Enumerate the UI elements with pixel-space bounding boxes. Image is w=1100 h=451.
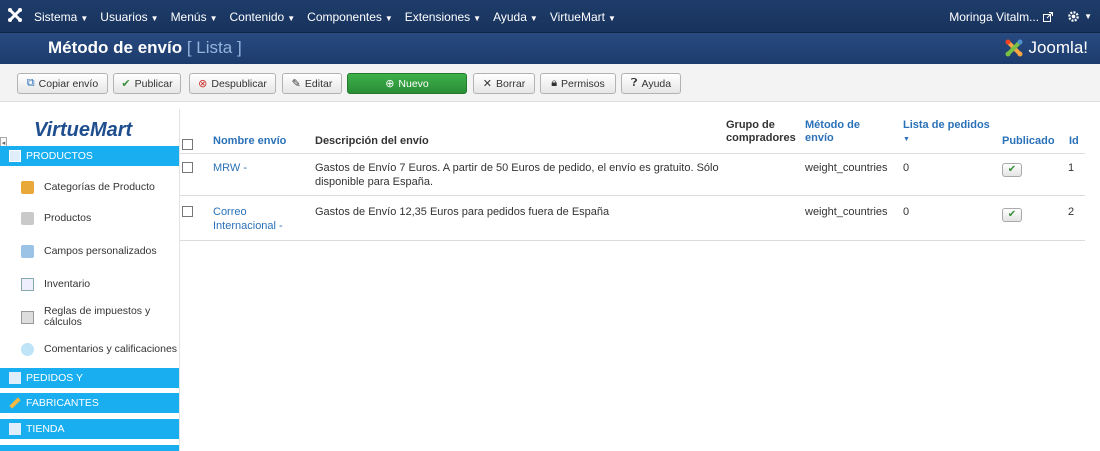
- copy-icon: ⧉: [26, 77, 35, 89]
- custom-fields-icon: [21, 244, 34, 258]
- plus-circle-icon: ⊕: [385, 78, 395, 90]
- store-icon: [9, 423, 21, 435]
- toolbar: ⧉ Copiar envío ✔ Publicar ⊗ Despublicar ✎ Ed…: [0, 64, 1100, 102]
- caret-down-icon: ▼: [473, 13, 482, 23]
- sidebar-section-fabricantes[interactable]: FABRICANTES: [0, 393, 179, 413]
- top-menu-bar: Sistema ▼ Usuarios ▼ Menús ▼ Contenido ▼ Com…: [0, 0, 1100, 33]
- sidebar-section-tienda[interactable]: TIENDA: [0, 419, 179, 439]
- site-link[interactable]: Moringa Vitalm...: [949, 9, 1054, 24]
- publish-button[interactable]: ✔ Publicar: [113, 73, 181, 94]
- caret-down-icon: ▼: [384, 13, 393, 23]
- row-method: weight_countries: [805, 206, 888, 218]
- row-name-link[interactable]: Correo Internacional -: [213, 205, 288, 233]
- row-id: 1: [1068, 162, 1075, 174]
- menu-virtuemart[interactable]: VirtueMart ▼: [550, 10, 616, 24]
- column-header-published[interactable]: Publicado: [1002, 135, 1055, 148]
- column-header-group: Grupo de compradores: [726, 119, 796, 144]
- page-subtitle: [ Lista ]: [186, 38, 242, 57]
- check-icon: ✔: [1007, 164, 1017, 175]
- virtuemart-logo: VirtueMart: [34, 119, 133, 141]
- unpublish-button[interactable]: ⊗ Despublicar: [189, 73, 276, 94]
- check-icon: ✔: [121, 78, 131, 90]
- folder-icon: [21, 180, 34, 194]
- close-icon: ✕: [482, 78, 493, 90]
- copy-button[interactable]: ⧉ Copiar envío: [17, 73, 108, 94]
- sidebar-section-pedidos[interactable]: PEDIDOS Y: [0, 368, 179, 388]
- calculator-icon: [21, 310, 34, 324]
- row-checkbox[interactable]: [182, 206, 193, 217]
- page-title: Método de envío [ Lista ]: [48, 38, 242, 57]
- sidebar-item-categorias[interactable]: Categorías de Producto: [0, 175, 179, 199]
- question-icon: ❓︎: [630, 77, 638, 89]
- sort-caret-icon: ▼: [903, 136, 910, 143]
- permissions-button[interactable]: 🔒︎ Permisos: [540, 73, 616, 94]
- products-icon: [9, 150, 21, 162]
- check-icon: ✔: [1007, 209, 1017, 220]
- row-description: Gastos de Envío 12,35 Euros para pedidos…: [315, 206, 610, 218]
- menu-menus[interactable]: Menús ▼: [171, 10, 218, 24]
- delete-button[interactable]: ✕ Borrar: [473, 73, 535, 94]
- joomla-logo-icon: [1005, 39, 1023, 57]
- menu-componentes[interactable]: Componentes ▼: [307, 10, 393, 24]
- row-divider: [180, 195, 1085, 196]
- caret-down-icon: ▼: [150, 13, 159, 23]
- sidebar-section-productos[interactable]: PRODUCTOS: [0, 146, 179, 166]
- sidebar-item-comentarios[interactable]: Comentarios y calificaciones: [0, 336, 179, 362]
- sidebar-item-campos[interactable]: Campos personalizados: [0, 239, 179, 263]
- inventory-icon: [21, 277, 34, 291]
- row-order-list: 0: [903, 206, 910, 218]
- caret-down-icon: ▼: [209, 13, 218, 23]
- caret-down-icon: ▼: [287, 13, 296, 23]
- edit-icon: ✎: [291, 78, 301, 90]
- menu-sistema[interactable]: Sistema ▼: [34, 10, 88, 24]
- site-name: Moringa Vitalm...: [949, 9, 1040, 24]
- sidebar-item-productos[interactable]: Productos: [0, 206, 179, 230]
- column-header-description: Descripción del envío: [315, 135, 429, 147]
- row-id: 2: [1068, 206, 1075, 218]
- column-header-name[interactable]: Nombre envío: [213, 135, 286, 148]
- column-header-order-list[interactable]: Lista de pedidos ▼: [903, 119, 998, 146]
- caret-down-icon: ▼: [607, 13, 616, 23]
- menu-usuarios[interactable]: Usuarios ▼: [100, 10, 158, 24]
- row-order-list: 0: [903, 162, 910, 174]
- help-button[interactable]: ❓︎ Ayuda: [621, 73, 681, 94]
- menu-contenido[interactable]: Contenido ▼: [230, 10, 296, 24]
- menu-ayuda[interactable]: Ayuda ▼: [493, 10, 538, 24]
- sidebar-section-more[interactable]: [0, 445, 179, 451]
- orders-icon: [9, 372, 21, 384]
- main-menu: Sistema ▼ Usuarios ▼ Menús ▼ Contenido ▼ Com…: [34, 0, 628, 33]
- header-divider: [180, 153, 1085, 154]
- sidebar-item-impuestos[interactable]: Reglas de impuestos y cálculos: [0, 304, 179, 330]
- top-right-area: Moringa Vitalm... ▼: [949, 0, 1092, 33]
- column-header-id[interactable]: Id: [1069, 135, 1079, 148]
- comment-icon: [21, 342, 34, 356]
- row-description: Gastos de Envío 7 Euros. A partir de 50 …: [315, 162, 719, 188]
- new-button[interactable]: ⊕ Nuevo: [347, 73, 467, 94]
- joomla-icon[interactable]: [7, 7, 23, 23]
- menu-extensiones[interactable]: Extensiones ▼: [405, 10, 481, 24]
- joomla-logo: Joomla!: [1004, 38, 1088, 58]
- settings-dropdown[interactable]: ▼: [1067, 10, 1092, 23]
- caret-down-icon: ▼: [1084, 12, 1092, 21]
- lock-icon: 🔒︎: [551, 77, 558, 89]
- published-toggle[interactable]: ✔: [1002, 163, 1022, 177]
- row-checkbox[interactable]: [182, 162, 193, 173]
- caret-down-icon: ▼: [80, 13, 89, 23]
- sidebar: ◂ VirtueMart PRODUCTOS Categorías de Pro…: [0, 109, 180, 451]
- title-bar: Método de envío [ Lista ] Joomla!: [0, 33, 1100, 64]
- sidebar-item-inventario[interactable]: Inventario: [0, 272, 179, 296]
- row-method: weight_countries: [805, 162, 888, 174]
- gear-icon: [1068, 11, 1079, 22]
- caret-down-icon: ▼: [529, 13, 538, 23]
- select-all-checkbox[interactable]: [182, 139, 193, 150]
- wrench-icon: [9, 397, 21, 409]
- external-link-icon: [1043, 11, 1054, 22]
- product-icon: [21, 211, 34, 225]
- published-toggle[interactable]: ✔: [1002, 208, 1022, 222]
- row-divider: [180, 240, 1085, 241]
- unpublish-icon: ⊗: [198, 78, 208, 90]
- column-header-method[interactable]: Método de envío: [805, 119, 865, 145]
- row-name-link[interactable]: MRW -: [213, 161, 308, 175]
- edit-button[interactable]: ✎ Editar: [282, 73, 342, 94]
